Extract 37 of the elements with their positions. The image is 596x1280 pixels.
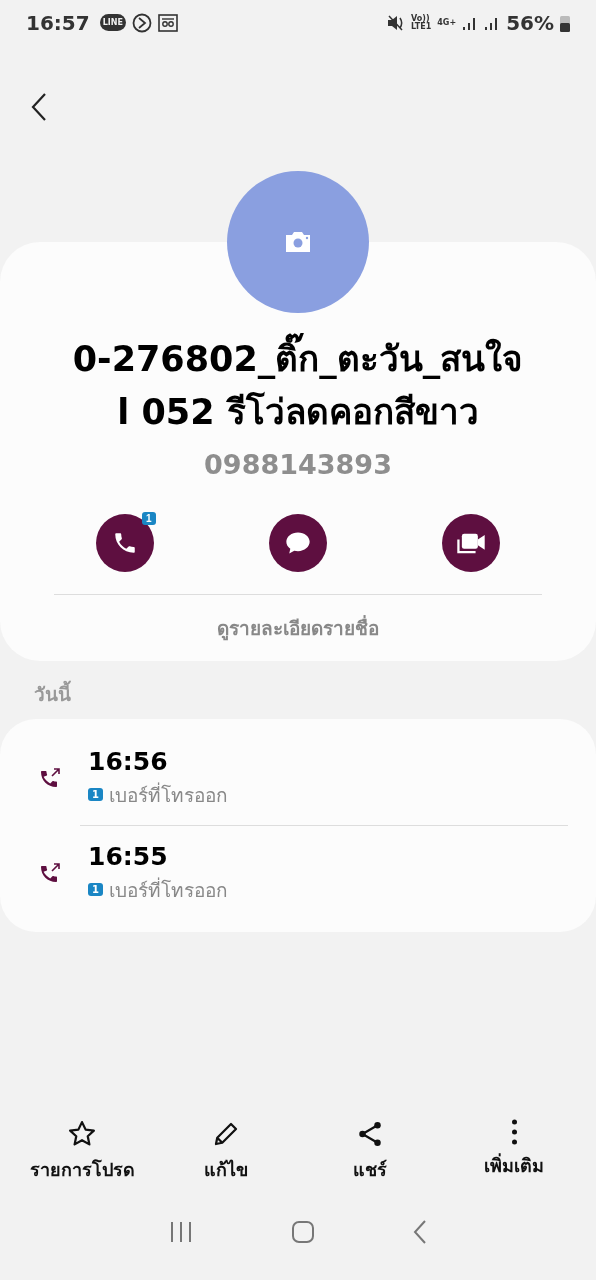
- call-type: เบอร์ที่โทรออก: [108, 781, 228, 808]
- back-nav-icon[interactable]: [413, 1220, 427, 1244]
- sim-badge: 1: [142, 512, 156, 525]
- volte-indicator: Vo)) LTE1: [411, 14, 432, 31]
- favorite-button[interactable]: รายการโปรด: [12, 1119, 152, 1184]
- back-icon[interactable]: [30, 92, 48, 122]
- more-button[interactable]: เพิ่มเติม: [444, 1119, 584, 1184]
- message-button[interactable]: [269, 514, 327, 572]
- star-icon: [67, 1119, 97, 1149]
- call-type: เบอร์ที่โทรออก: [108, 876, 228, 903]
- voicemail-icon: [157, 13, 178, 32]
- network-indicator: 4G+: [437, 18, 457, 27]
- call-button[interactable]: 1: [95, 514, 154, 572]
- more-icon: [511, 1119, 517, 1145]
- phone-number: 0988143893: [204, 449, 392, 480]
- camera-icon: [283, 230, 313, 254]
- call-time: 16:55: [88, 841, 169, 871]
- battery-percent: 56%: [506, 10, 554, 35]
- edit-button[interactable]: แก้ไข: [156, 1119, 296, 1184]
- outgoing-call-icon: [38, 861, 62, 885]
- sim-badge: 1: [88, 788, 103, 801]
- line-app-icon: LINE: [99, 14, 126, 31]
- recent-apps-icon[interactable]: [169, 1221, 193, 1243]
- call-time: 16:56: [88, 746, 169, 776]
- status-time: 16:57: [26, 10, 90, 35]
- sim-badge: 1: [88, 883, 103, 896]
- contact-name: l 052 รีโว่ลดคอกสีขาว: [117, 391, 479, 434]
- play-circle-icon: [131, 12, 152, 33]
- share-button[interactable]: แชร์: [300, 1119, 440, 1184]
- mute-icon: [387, 13, 405, 32]
- video-button[interactable]: [442, 514, 501, 572]
- home-icon[interactable]: [291, 1220, 315, 1244]
- section-heading: วันนี้: [34, 679, 596, 709]
- battery-icon: [560, 13, 570, 32]
- contact-name: 0-276802_ติ๊ก_ตะวัน_สนใจ: [72, 333, 524, 386]
- outgoing-call-icon: [38, 766, 62, 790]
- chat-bubble-icon: [284, 530, 312, 556]
